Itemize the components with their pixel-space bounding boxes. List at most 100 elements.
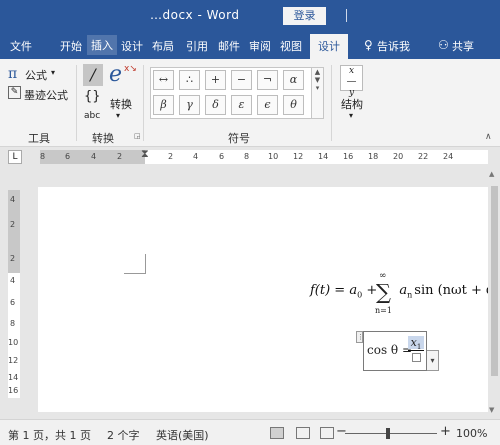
fraction-numerator[interactable]: x1: [408, 336, 424, 351]
page-count[interactable]: 第 1 页，共 1 页: [8, 427, 91, 443]
scrollbar-thumb[interactable]: [491, 186, 498, 376]
tab-mailings[interactable]: 邮件: [218, 38, 240, 54]
word-count[interactable]: 2 个字: [107, 427, 140, 443]
vertical-ruler[interactable]: 4 2 2 4 6 8 10 12 14 16: [8, 190, 20, 398]
tab-selector[interactable]: L: [8, 150, 22, 164]
tab-view[interactable]: 视图: [280, 38, 302, 54]
symbol-button[interactable]: θ: [283, 95, 304, 115]
title-bar: …docx - Word 登录: [0, 0, 500, 32]
symbol-button[interactable]: ↔: [153, 70, 174, 90]
ruler-tick: 22: [418, 152, 429, 161]
symbol-button[interactable]: +: [205, 70, 226, 90]
horizontal-ruler[interactable]: 8 6 4 2 2 4 6 8 10 12 14 16 18 20 22 24 …: [40, 147, 488, 164]
group-divider: [331, 65, 332, 141]
equation-handle[interactable]: ⋮: [356, 331, 364, 343]
ruler-tick: 6: [219, 152, 225, 161]
ruler-tick: 8: [244, 152, 250, 161]
dialog-launcher-icon[interactable]: ◲: [134, 132, 141, 140]
linear-format-button[interactable]: {}: [84, 89, 101, 104]
fraction-placeholder[interactable]: x1: [408, 336, 424, 362]
ink-equation-button[interactable]: 墨迹公式: [24, 87, 68, 103]
symbols-group-label: 符号: [228, 132, 250, 145]
tab-insert[interactable]: 插入: [87, 35, 117, 55]
share-button[interactable]: 共享: [452, 38, 474, 54]
ruler-tick: 10: [268, 152, 279, 161]
tab-references[interactable]: 引用: [186, 38, 208, 54]
margin-corner-mark: [124, 254, 146, 274]
web-layout-icon[interactable]: [320, 427, 334, 439]
symbol-button[interactable]: ¬: [257, 70, 278, 90]
print-layout-icon[interactable]: [296, 427, 310, 439]
status-bar: 第 1 页，共 1 页 2 个字 英语(美国) − + 100%: [0, 419, 500, 445]
normal-text-button[interactable]: abc: [84, 111, 100, 121]
fourier-equation[interactable]: f(t) = a0 + an sin (nωt + φ): [310, 283, 500, 300]
symbol-button[interactable]: α: [283, 70, 304, 90]
group-divider: [143, 65, 144, 141]
professional-format-button[interactable]: /: [83, 64, 103, 86]
zoom-in-icon[interactable]: +: [440, 424, 451, 439]
tab-file[interactable]: 文件: [10, 38, 32, 54]
pi-icon: π: [8, 66, 18, 82]
active-equation-box[interactable]: cos θ = x1: [363, 331, 427, 371]
equation-button[interactable]: 公式: [25, 67, 47, 83]
fraction-denominator-placeholder[interactable]: [411, 353, 421, 362]
chevron-down-icon: ▾: [51, 68, 56, 77]
scroll-up-icon[interactable]: ▲: [312, 68, 323, 76]
tab-home[interactable]: 开始: [60, 38, 82, 54]
ruler-tick: 6: [10, 298, 16, 307]
zoom-slider-knob[interactable]: [386, 428, 390, 439]
read-mode-icon[interactable]: [270, 427, 284, 439]
symbol-button[interactable]: ∴: [179, 70, 200, 90]
symbol-button[interactable]: ϵ: [257, 95, 278, 115]
scroll-down-icon[interactable]: ▼: [312, 76, 323, 84]
ruler-tick: 18: [368, 152, 379, 161]
symbol-button[interactable]: ε: [231, 95, 252, 115]
tools-group-label: 工具: [28, 132, 50, 145]
ruler-tick: 20: [393, 152, 404, 161]
convert-button[interactable]: 转换: [110, 96, 132, 112]
expand-gallery-icon[interactable]: ▾: [312, 84, 323, 92]
convert-icon: e: [109, 62, 123, 87]
login-button[interactable]: 登录: [283, 7, 326, 25]
group-divider: [76, 65, 77, 141]
chevron-down-icon: ▾: [116, 111, 121, 120]
ruler-tick: 16: [8, 386, 19, 395]
ruler-tick: 4: [10, 195, 16, 204]
tab-review[interactable]: 审阅: [249, 38, 271, 54]
ruler-tick: 8: [10, 319, 16, 328]
indent-marker-icon[interactable]: ⧗: [141, 147, 149, 161]
symbol-button[interactable]: δ: [205, 95, 226, 115]
symbol-button[interactable]: β: [153, 95, 174, 115]
ruler-tick: 2: [10, 220, 16, 229]
ruler-tick: 2: [10, 254, 16, 263]
scroll-down-icon[interactable]: ▼: [489, 406, 494, 414]
equation-options-dropdown[interactable]: ▾: [427, 350, 439, 371]
ruler-tick: 24: [443, 152, 454, 161]
tab-design-doc[interactable]: 设计: [121, 38, 143, 54]
convert-group-label: 转换: [92, 132, 114, 145]
equation-text: f(t) = a: [310, 283, 358, 298]
scroll-up-icon[interactable]: ▲: [489, 170, 494, 178]
symbol-button[interactable]: γ: [179, 95, 200, 115]
symbol-button[interactable]: −: [231, 70, 252, 90]
structures-button[interactable]: 结构: [341, 96, 363, 112]
ruler-tick: 16: [343, 152, 354, 161]
ruler-tick: 14: [8, 373, 19, 382]
tell-me-search[interactable]: 告诉我: [377, 38, 410, 54]
share-icon: ⚇: [438, 38, 449, 52]
language-indicator[interactable]: 英语(美国): [156, 427, 209, 443]
vertical-scrollbar[interactable]: ▲ ▼: [488, 166, 500, 419]
tab-equation-design[interactable]: 设计: [310, 34, 348, 59]
zoom-out-icon[interactable]: −: [336, 424, 347, 439]
ruler-tick: 12: [8, 356, 19, 365]
tab-layout[interactable]: 布局: [152, 38, 174, 54]
ruler-tick: 10: [8, 338, 19, 347]
window-title: …docx - Word: [150, 8, 240, 22]
zoom-level[interactable]: 100%: [456, 427, 487, 440]
ruler-tick: 2: [117, 152, 123, 161]
document-page[interactable]: f(t) = a0 + an sin (nωt + φ) ∞ ∑ n=1 ⋮ co…: [38, 187, 500, 412]
zoom-slider[interactable]: [345, 433, 437, 434]
symbol-gallery-scroll[interactable]: ▲ ▼ ▾: [312, 67, 324, 119]
collapse-ribbon-icon[interactable]: ∧: [485, 132, 492, 142]
chevron-down-icon: ▾: [349, 111, 354, 120]
